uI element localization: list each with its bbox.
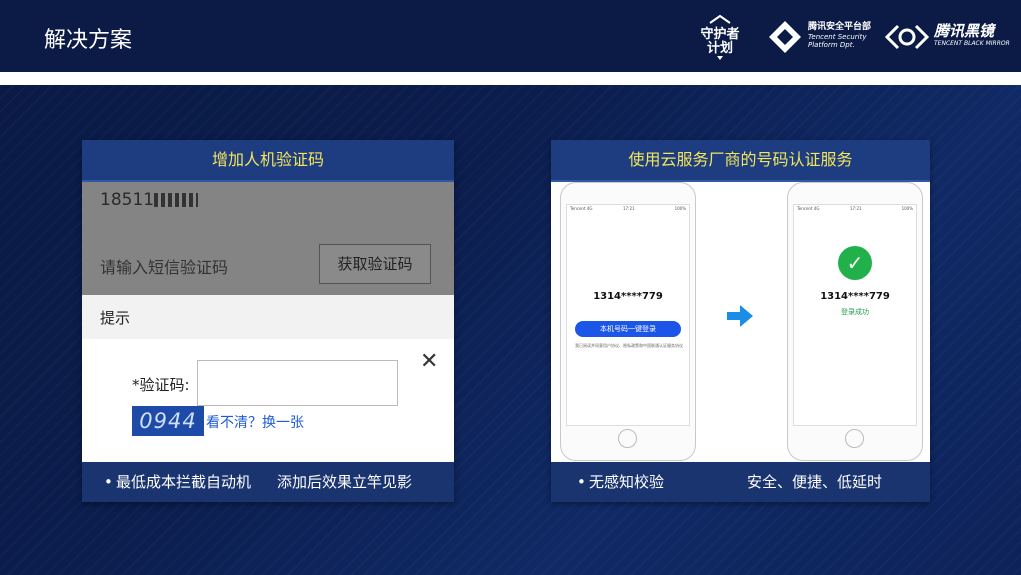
page-title: 解决方案 [44,28,133,53]
header-divider-band [0,72,1021,85]
tencent-black-mirror-logo: 腾讯黑镜 TENCENT BLACK MIRROR [884,22,1014,54]
sms-login-form: 18511 请输入短信验证码 获取验证码 [82,182,454,295]
sms-code-input[interactable]: 请输入短信验证码 [100,254,228,278]
captcha-solution-panel: 增加人机验证码 18511 请输入短信验证码 获取验证码 提示 ✕ *验证码: … [82,140,454,502]
captcha-image[interactable]: 0944 [132,406,204,436]
home-button-icon [618,429,637,448]
one-click-login-button[interactable]: 本机号码一键登录 [575,321,681,337]
number-auth-benefit-2: 安全、便捷、低延时 [747,473,883,491]
captcha-refresh-link[interactable]: 看不清？换一张 [206,412,304,432]
tencent-security-sub: Tencent Security Platform Dpt. [808,33,867,49]
status-battery: 100% [674,206,686,211]
phone-number-mask [154,193,199,207]
get-sms-code-button[interactable]: 获取验证码 [319,244,431,284]
phone-after-screen: Tencent 4G 17:21 100% ✓ 1314****779 登录成功 [793,204,917,426]
bullet-icon: • [577,473,586,491]
login-success-text: 登录成功 [841,308,869,316]
captcha-label: *验证码: [132,376,190,394]
tencent-security-name: 腾讯安全平台部 [808,22,872,32]
checkmark-icon: ✓ [838,246,872,280]
black-mirror-eye-icon [884,24,930,50]
tencent-security-logo: 腾讯安全平台部 Tencent Security Platform Dpt. [768,20,873,54]
captcha-panel-footer: • 最低成本拦截自动机 添加后效果立竿见影 [82,462,454,502]
phone-before-screen: Tencent 4G 17:21 100% 1314****779 本机号码一键… [566,204,690,426]
status-carrier: Tencent 4G [797,206,820,211]
guardian-plan-emblem-icon: 守护者 计划 [700,14,740,60]
black-mirror-name: 腾讯黑镜 [934,22,995,40]
captcha-panel-title: 增加人机验证码 [82,140,454,182]
tip-dialog-title: 提示 [100,309,131,327]
arrow-right-icon [727,305,753,327]
phone-before-login: Tencent 4G 17:21 100% 1314****779 本机号码一键… [560,182,696,461]
home-button-icon [845,429,864,448]
masked-phone-number: 1314****779 [820,291,890,302]
number-auth-panel-footer: • 无感知校验 安全、便捷、低延时 [551,462,930,502]
tencent-security-shield-icon [769,21,801,53]
status-battery: 100% [901,206,913,211]
captcha-benefit-1: 最低成本拦截自动机 [116,473,252,491]
header-bar: 解决方案 守护者 计划 腾讯安全平台部 Tencent Security Pla… [0,0,1021,72]
phone-after-login: Tencent 4G 17:21 100% ✓ 1314****779 登录成功 [787,182,923,461]
status-time: 17:21 [850,206,862,211]
agreement-text: 我已阅读并同意用户协议、隐私政策和中国联通认证服务协议 [575,343,683,348]
number-auth-panel-title: 使用云服务厂商的号码认证服务 [551,140,930,182]
phones-illustration: Tencent 4G 17:21 100% 1314****779 本机号码一键… [551,182,930,462]
phone-number-display: 18511 [100,190,199,210]
phone-number-text: 18511 [100,190,155,210]
captcha-benefit-2: 添加后效果立竿见影 [277,473,413,491]
svg-text:计划: 计划 [707,40,733,56]
black-mirror-sub: TENCENT BLACK MIRROR [934,40,1010,47]
svg-text:守护者: 守护者 [700,26,739,42]
status-bar: Tencent 4G 17:21 100% [567,205,689,213]
captcha-input[interactable] [197,360,398,406]
masked-phone-number: 1314****779 [593,291,663,302]
close-icon[interactable]: ✕ [420,349,438,374]
number-auth-benefit-1: 无感知校验 [589,473,665,491]
guardian-plan-logo: 守护者 计划 [690,14,750,64]
number-auth-solution-panel: 使用云服务厂商的号码认证服务 Tencent 4G 17:21 100% 131… [551,140,930,502]
bullet-icon: • [104,473,113,491]
captcha-dialog: ✕ *验证码: 0944 看不清？换一张 [82,339,454,462]
tip-dialog-header: 提示 [82,295,454,339]
status-time: 17:21 [623,206,635,211]
status-bar: Tencent 4G 17:21 100% [794,205,916,213]
status-carrier: Tencent 4G [570,206,593,211]
